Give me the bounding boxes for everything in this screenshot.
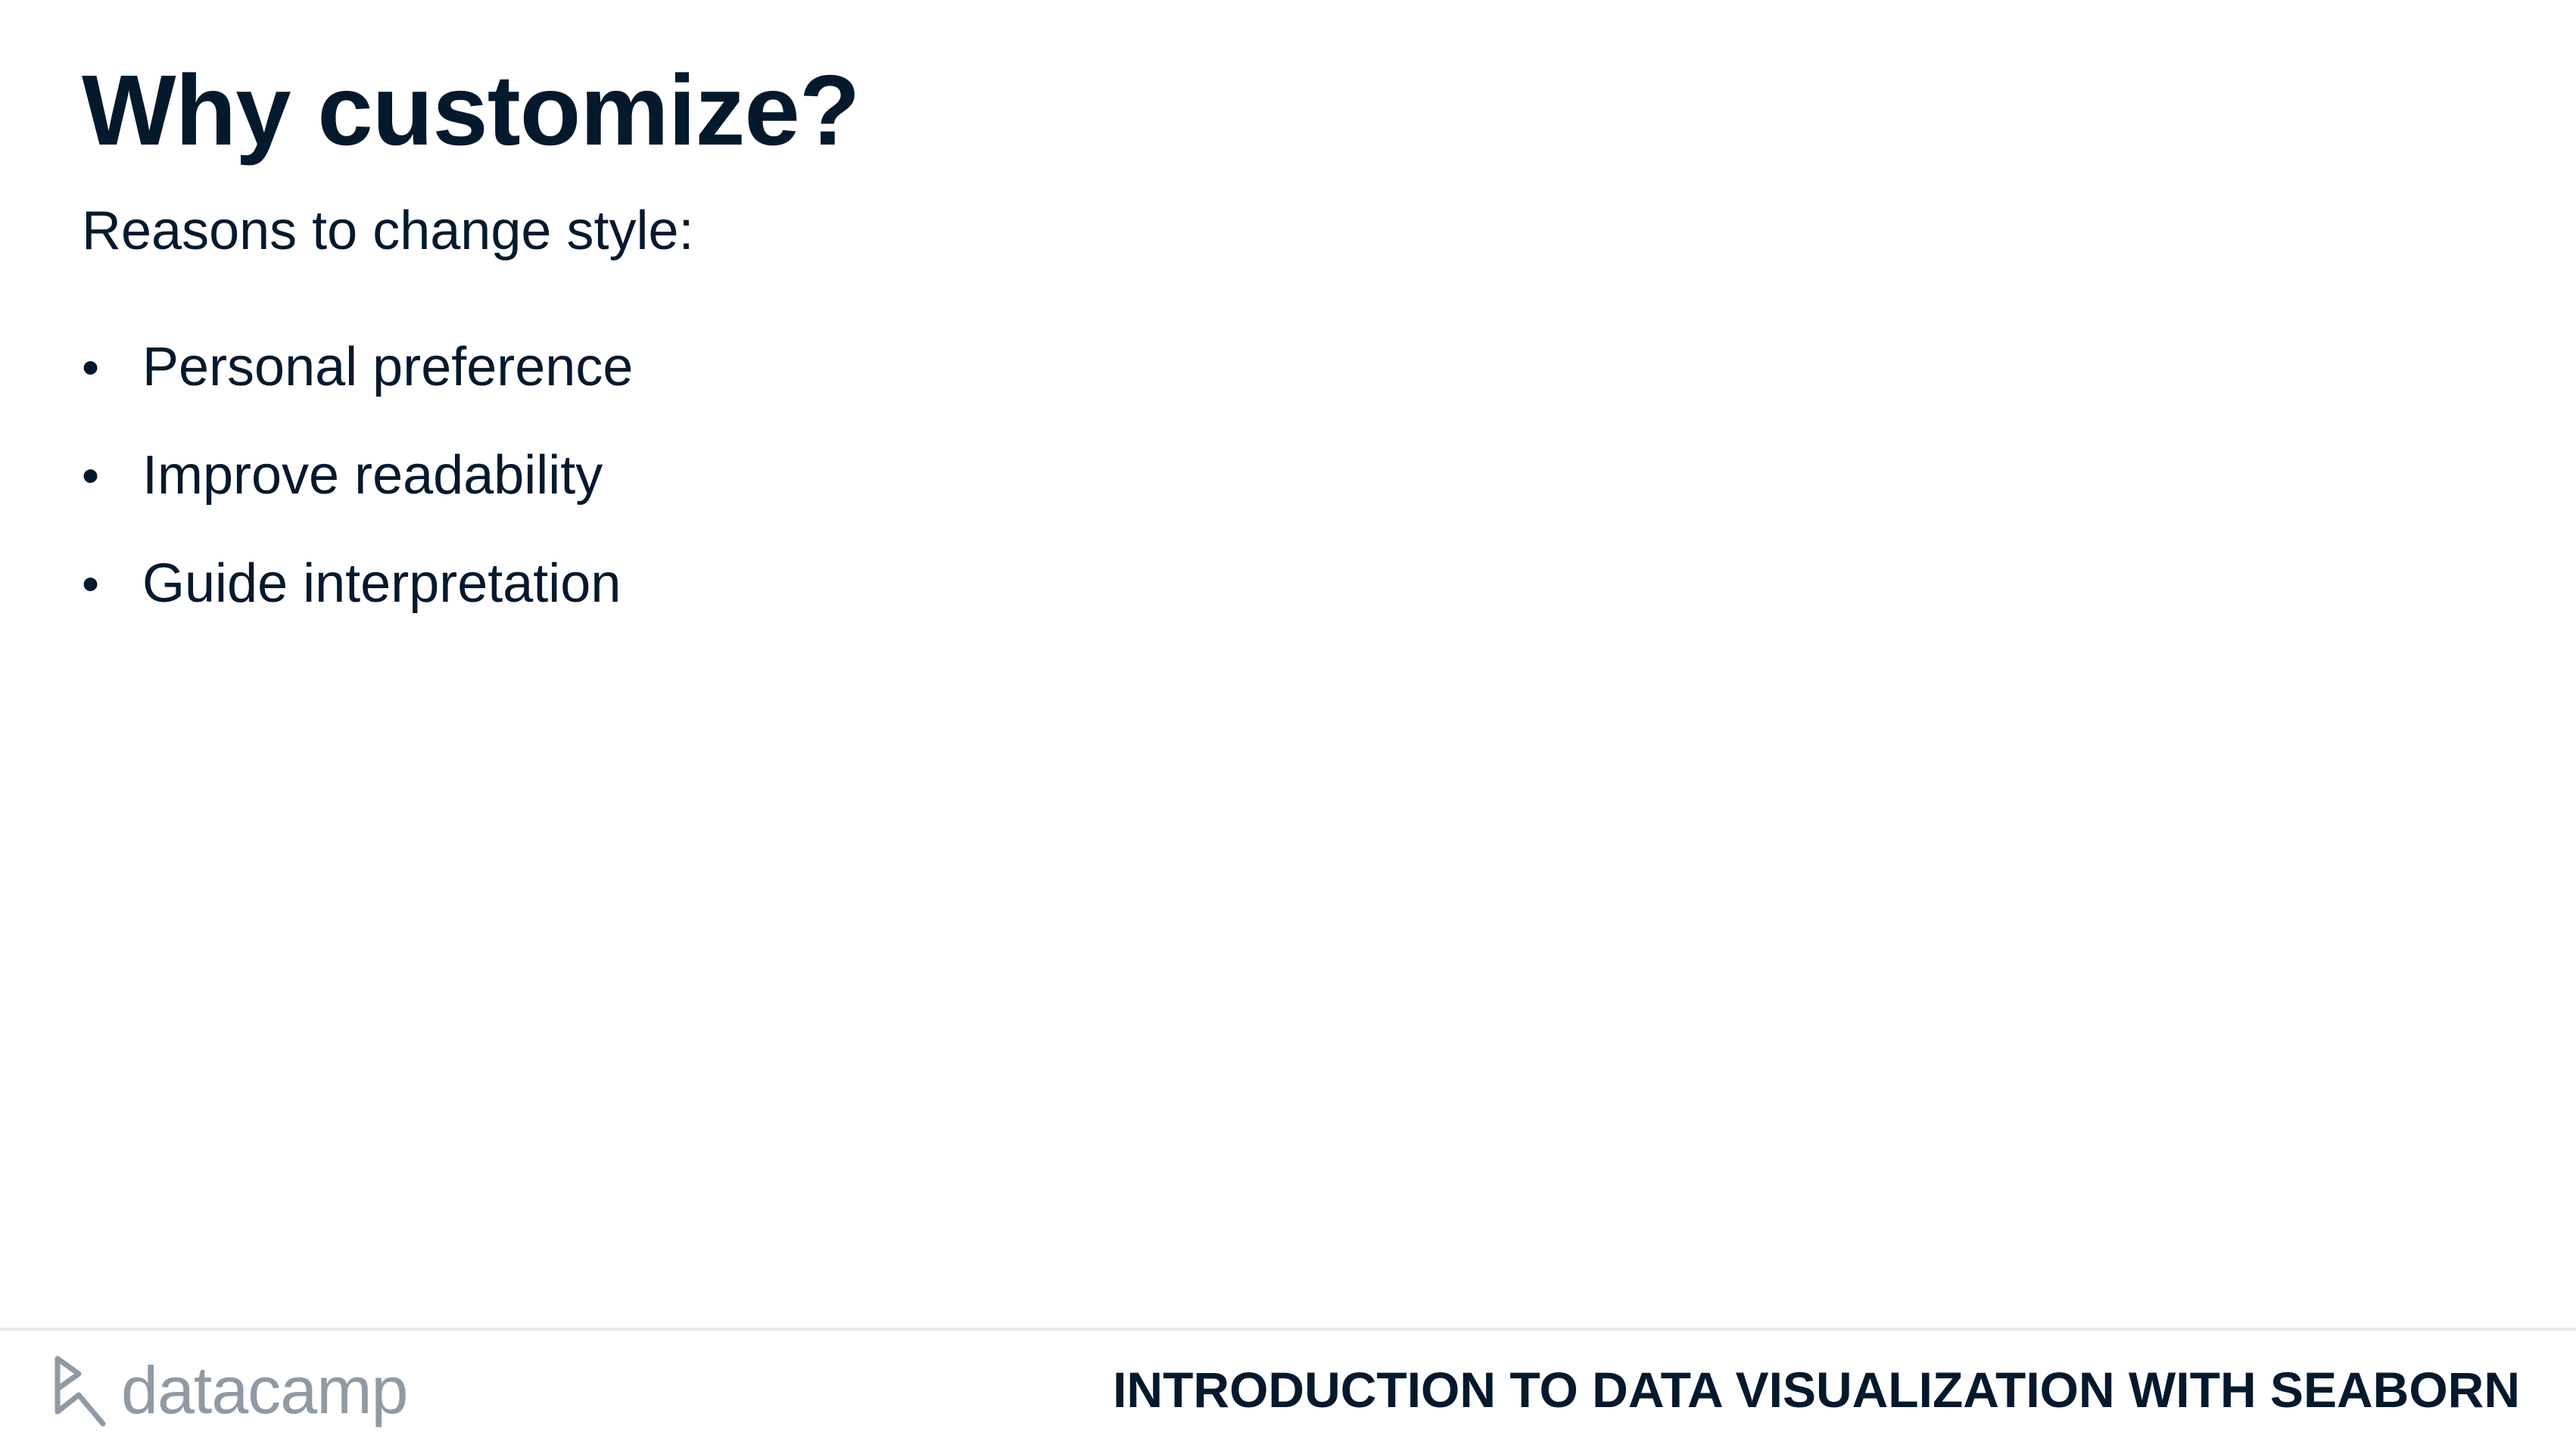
footer-divider [0,1328,2576,1331]
datacamp-logo-text: datacamp [121,1353,408,1428]
slide-subtitle: Reasons to change style: [82,201,694,261]
bullet-item: • Personal preference [82,333,633,441]
bullet-list: • Personal preference • Improve readabil… [82,333,633,658]
slide-title: Why customize? [82,54,860,166]
course-title: INTRODUCTION TO DATA VISUALIZATION WITH … [1113,1362,2520,1418]
bullet-item: • Guide interpretation [82,550,633,658]
bullet-marker: • [82,556,100,612]
bullet-text: Improve readability [142,445,603,506]
slide: Why customize? Reasons to change style: … [0,0,2576,1451]
datacamp-logo-icon [55,1356,106,1427]
bullet-marker: • [82,339,100,395]
bullet-marker: • [82,447,100,503]
bullet-text: Personal preference [142,337,634,397]
bullet-item: • Improve readability [82,441,633,550]
datacamp-logo: datacamp [53,1349,408,1432]
bullet-text: Guide interpretation [142,553,621,614]
